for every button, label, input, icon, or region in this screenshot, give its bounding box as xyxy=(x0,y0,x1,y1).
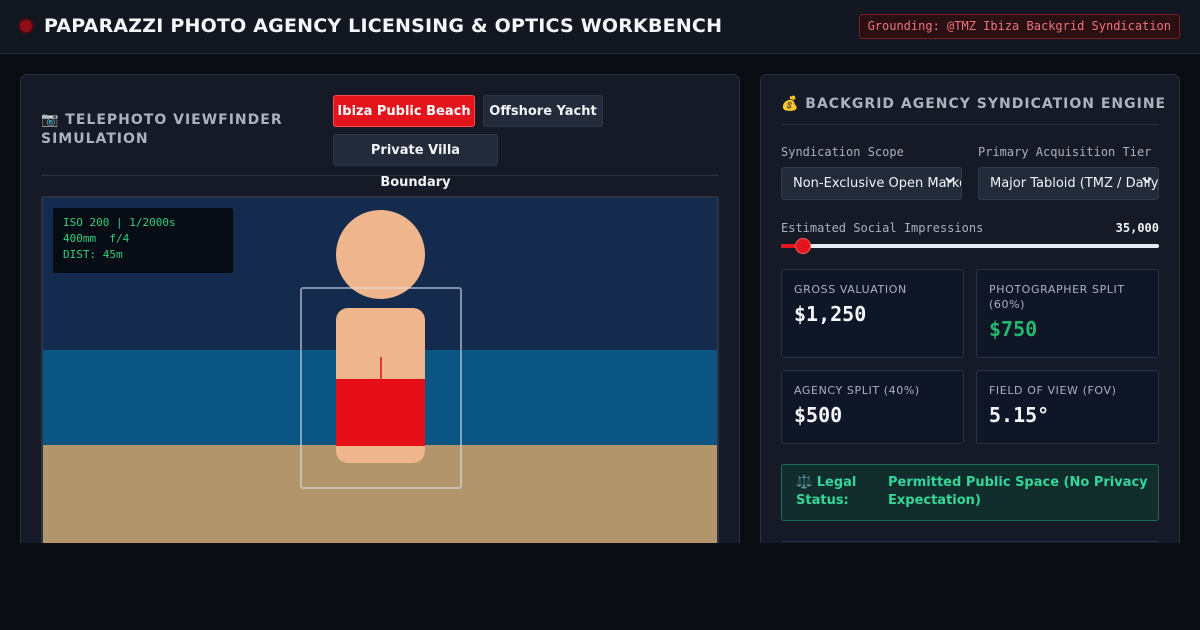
legal-status-banner: ⚖️ Legal Status: Permitted Public Space … xyxy=(781,464,1159,521)
photographer-split-card: PHOTOGRAPHER SPLIT (60%) $750 xyxy=(976,269,1159,358)
agency-split-card: AGENCY SPLIT (40%) $500 xyxy=(781,370,964,444)
impressions-value: 35,000 xyxy=(1115,221,1159,235)
app-title: PAPARAZZI PHOTO AGENCY LICENSING & OPTIC… xyxy=(44,15,723,37)
divider xyxy=(781,124,1159,125)
tier-label: Primary Acquisition Tier xyxy=(978,145,1152,159)
slider-thumb[interactable] xyxy=(795,238,811,254)
gross-valuation-label: GROSS VALUATION xyxy=(794,283,907,296)
chevron-down-icon xyxy=(945,177,955,184)
chevron-down-icon xyxy=(1142,177,1152,184)
top-bar: PAPARAZZI PHOTO AGENCY LICENSING & OPTIC… xyxy=(0,0,1200,54)
gross-valuation-value: $1,250 xyxy=(794,302,867,326)
record-indicator-icon xyxy=(20,20,32,32)
scope-value: Non-Exclusive Open Market xyxy=(793,176,962,191)
main-content: 📷 TELEPHOTO VIEWFINDER SIMULATION Ibiza … xyxy=(0,55,1200,543)
field-of-view-value: 5.15° xyxy=(989,403,1050,427)
acquisition-tier-select[interactable]: Major Tabloid (TMZ / Daily Mail) xyxy=(978,167,1159,200)
field-of-view-label: FIELD OF VIEW (FOV) xyxy=(989,384,1117,397)
tier-value: Major Tabloid (TMZ / Daily Mail) xyxy=(990,176,1159,191)
photographer-split-label: PHOTOGRAPHER SPLIT (60%) xyxy=(989,283,1125,311)
photographer-split-value: $750 xyxy=(989,317,1038,341)
agency-split-value: $500 xyxy=(794,403,843,427)
next-section-card xyxy=(781,541,1159,543)
subject-head xyxy=(336,210,425,299)
grounding-badge: Grounding: @TMZ Ibiza Backgrid Syndicati… xyxy=(858,14,1180,39)
hud-exposure: ISO 200 | 1/2000s xyxy=(63,216,176,229)
syndication-panel: 💰 BACKGRID AGENCY SYNDICATION ENGINE Syn… xyxy=(760,74,1180,543)
location-tab-villa-boundary[interactable]: Private Villa Boundary xyxy=(333,134,498,190)
syndication-scope-select[interactable]: Non-Exclusive Open Market xyxy=(781,167,962,200)
gross-valuation-card: GROSS VALUATION $1,250 xyxy=(781,269,964,358)
location-tab-ibiza-beach[interactable]: Ibiza Public Beach xyxy=(333,95,475,127)
location-tab-offshore-yacht[interactable]: Offshore Yacht xyxy=(483,95,603,127)
hud-distance: DIST: 45m xyxy=(63,248,123,261)
impressions-slider[interactable] xyxy=(781,238,1159,254)
impressions-label: Estimated Social Impressions xyxy=(781,221,984,235)
autofocus-frame xyxy=(300,287,462,489)
telephoto-viewfinder[interactable]: ISO 200 | 1/2000s 400mm f/4 DIST: 45m xyxy=(41,196,719,543)
divider xyxy=(41,175,719,176)
legal-status-value: Permitted Public Space (No Privacy Expec… xyxy=(888,475,1148,508)
camera-hud: ISO 200 | 1/2000s 400mm f/4 DIST: 45m xyxy=(53,208,233,273)
viewfinder-panel: 📷 TELEPHOTO VIEWFINDER SIMULATION Ibiza … xyxy=(20,74,740,543)
syndication-title: 💰 BACKGRID AGENCY SYNDICATION ENGINE xyxy=(781,96,1167,112)
scope-label: Syndication Scope xyxy=(781,145,904,159)
legal-status-label: ⚖️ Legal Status: xyxy=(796,475,857,508)
field-of-view-card: FIELD OF VIEW (FOV) 5.15° xyxy=(976,370,1159,444)
agency-split-label: AGENCY SPLIT (40%) xyxy=(794,384,920,397)
hud-lens: 400mm f/4 xyxy=(63,232,130,245)
viewfinder-title: 📷 TELEPHOTO VIEWFINDER SIMULATION xyxy=(41,112,283,147)
